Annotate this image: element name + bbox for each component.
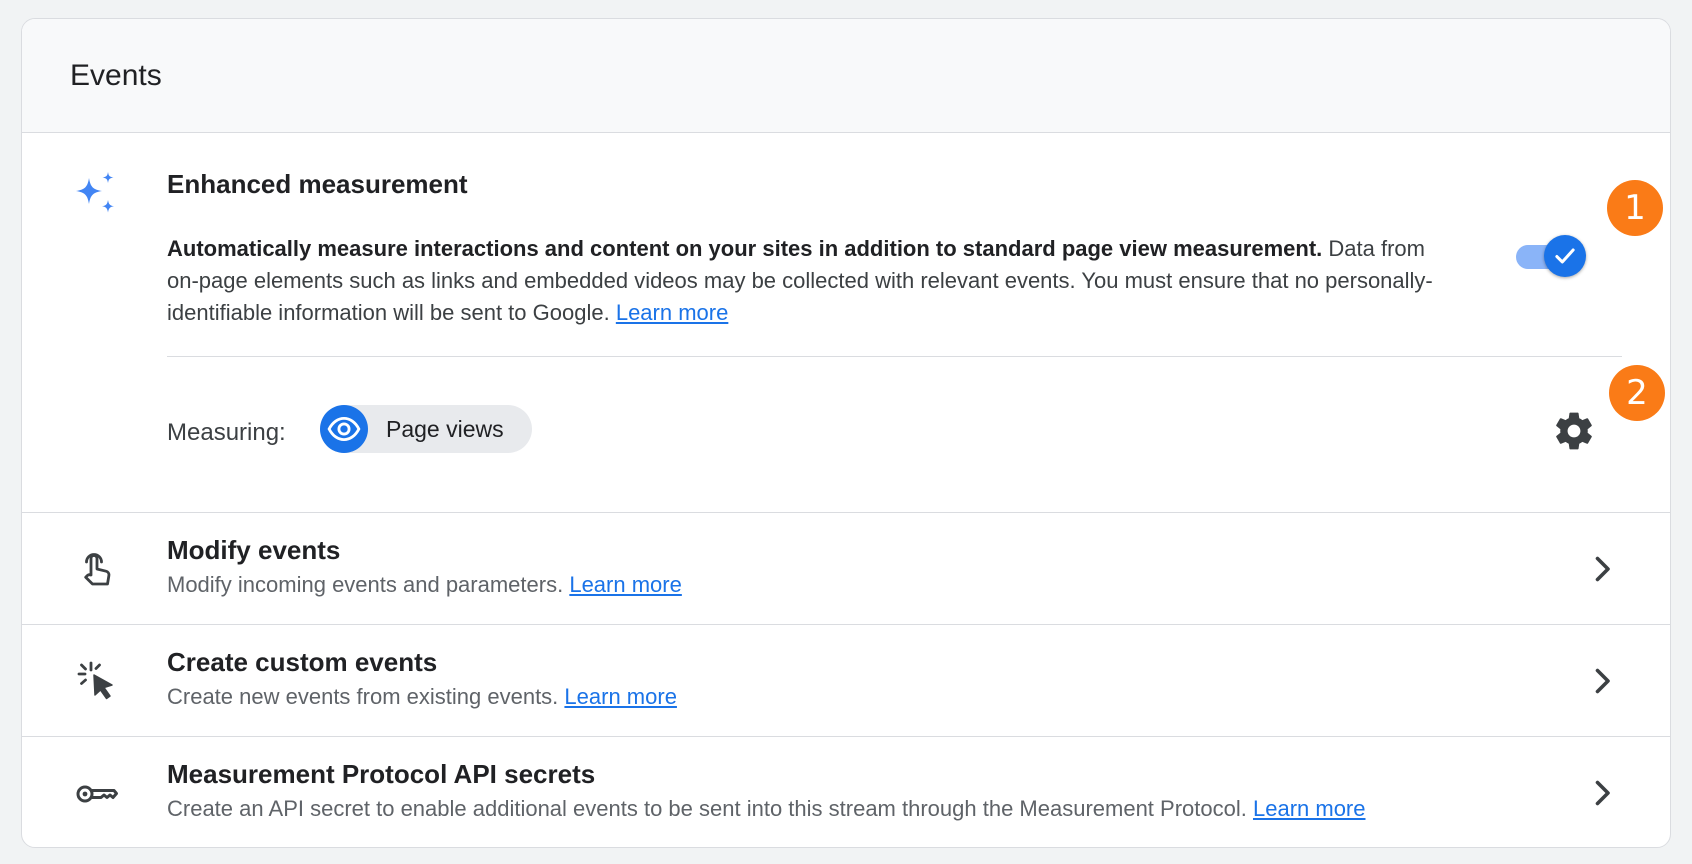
enhanced-measurement-section: Enhanced measurement Automatically measu… — [22, 133, 1670, 513]
callout-badge-2: 2 — [1609, 365, 1665, 421]
row-title: Create custom events — [167, 647, 438, 677]
touch-icon — [84, 553, 111, 586]
row-title: Modify events — [167, 535, 341, 565]
row-description: Modify incoming events and parameters. L… — [167, 572, 682, 597]
learn-more-link[interactable]: Learn more — [1253, 796, 1366, 821]
learn-more-link[interactable]: Learn more — [569, 572, 682, 597]
card-title: Events — [70, 58, 162, 92]
events-card: Events Enhanced measurement Automaticall… — [21, 18, 1671, 848]
row-title: Measurement Protocol API secrets — [167, 759, 596, 789]
learn-more-link[interactable]: Learn more — [564, 684, 677, 709]
gear-icon[interactable] — [1552, 409, 1596, 453]
enhanced-measurement-toggle[interactable] — [1512, 233, 1588, 277]
enhanced-measurement-title: Enhanced measurement — [167, 169, 468, 199]
callout-badge-1: 1 — [1607, 180, 1663, 236]
chevron-right-icon — [1595, 668, 1610, 694]
divider — [167, 356, 1622, 357]
page-views-chip: Page views — [320, 405, 532, 453]
measuring-label: Measuring: — [167, 419, 286, 446]
check-icon — [1555, 248, 1575, 264]
chevron-right-icon — [1595, 556, 1610, 582]
description-bold: Automatically measure interactions and c… — [167, 236, 1323, 261]
card-header: Events — [22, 19, 1670, 133]
chip-label: Page views — [386, 415, 504, 442]
cursor-click-icon — [77, 661, 113, 700]
modify-events-row[interactable]: Modify events Modify incoming events and… — [22, 513, 1670, 625]
eye-icon — [320, 405, 368, 453]
create-custom-events-row[interactable]: Create custom events Create new events f… — [22, 625, 1670, 737]
chevron-right-icon — [1595, 780, 1610, 806]
sparkle-icon — [76, 172, 114, 213]
learn-more-link[interactable]: Learn more — [616, 300, 729, 325]
row-description: Create new events from existing events. … — [167, 684, 677, 709]
key-icon — [76, 785, 118, 803]
measurement-protocol-row[interactable]: Measurement Protocol API secrets Create … — [22, 737, 1670, 847]
enhanced-measurement-description: Automatically measure interactions and c… — [167, 233, 1457, 329]
row-description: Create an API secret to enable additiona… — [167, 796, 1366, 821]
toggle-thumb — [1544, 235, 1586, 277]
